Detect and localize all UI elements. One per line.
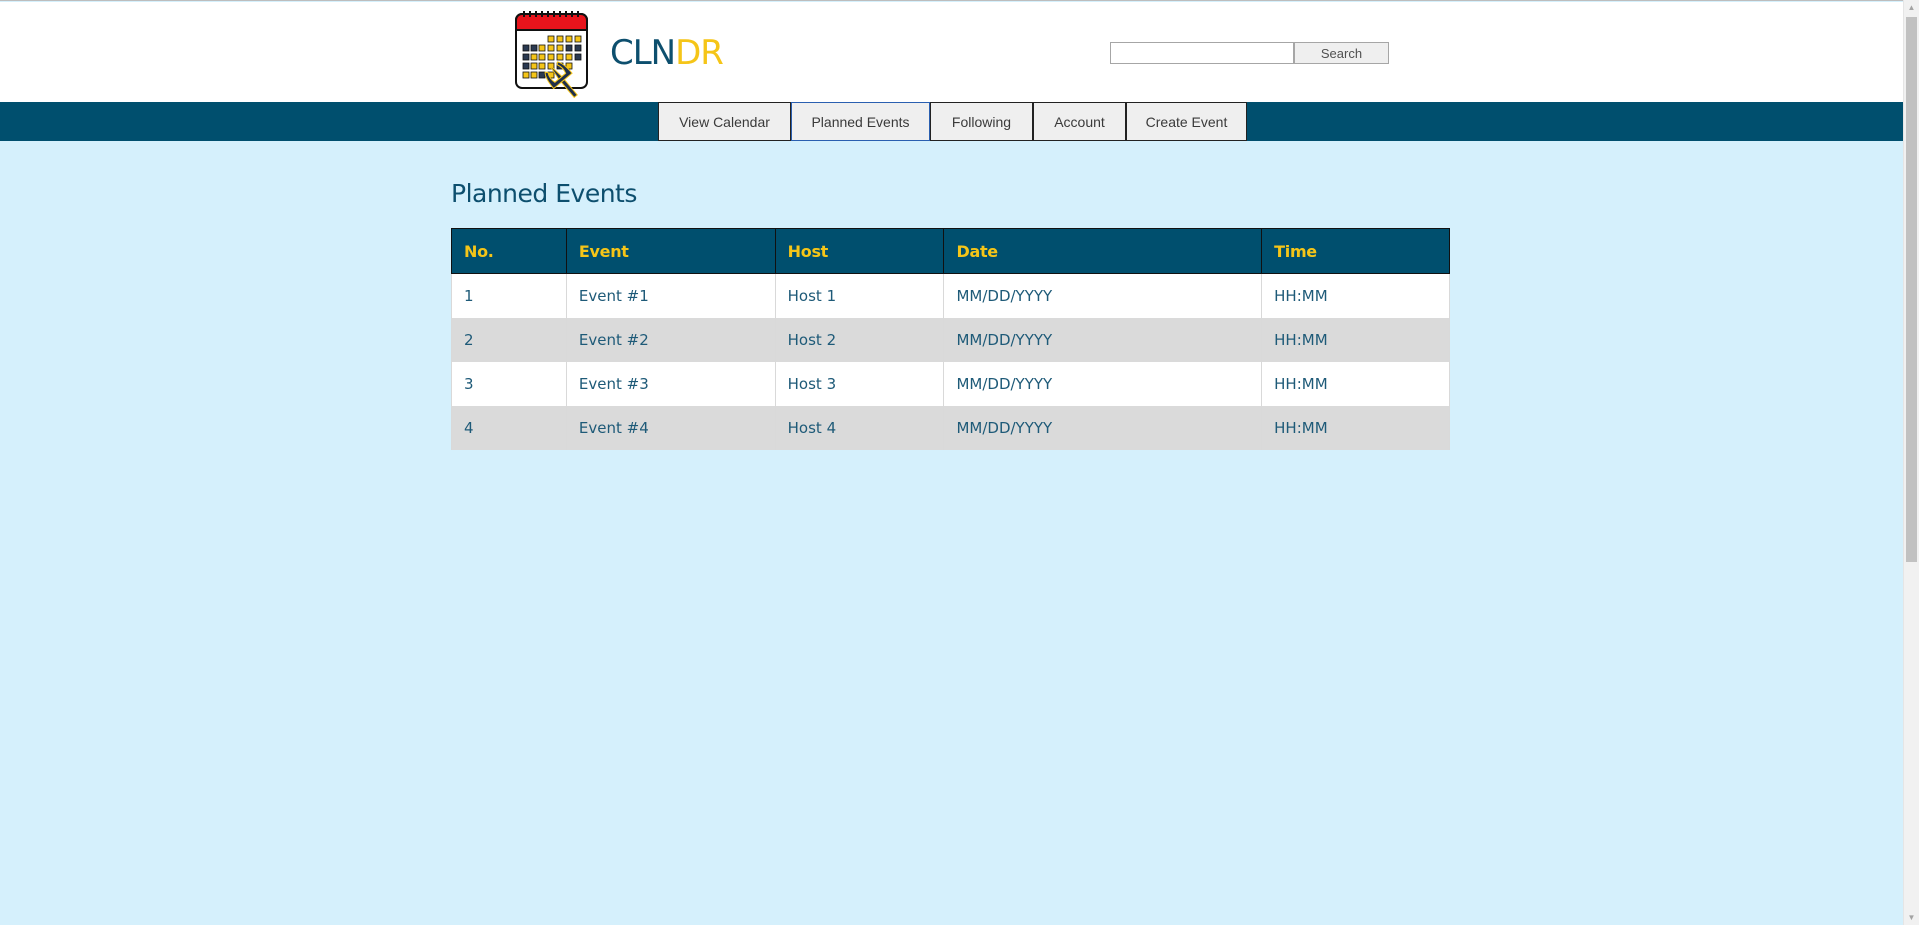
header: CLNDR Search xyxy=(0,2,1903,102)
cell-date: MM/DD/YYYY xyxy=(943,362,1263,406)
nav-planned-events[interactable]: Planned Events xyxy=(791,102,930,141)
column-header-event: Event xyxy=(565,228,776,274)
scroll-up-arrow-icon[interactable]: ▲ xyxy=(1904,0,1919,15)
cell-host: Host 1 xyxy=(774,273,945,318)
cell-no: 1 xyxy=(451,273,567,318)
logo[interactable]: CLNDR xyxy=(514,11,724,101)
scroll-down-arrow-icon[interactable]: ▼ xyxy=(1904,910,1919,925)
main-nav: View Calendar Planned Events Following A… xyxy=(0,102,1903,141)
cell-event: Event #3 xyxy=(565,362,776,406)
table-header-row: No. Event Host Date Time xyxy=(451,228,1450,274)
planned-events-table: No. Event Host Date Time 1 Event #1 Host… xyxy=(451,228,1450,450)
column-header-date: Date xyxy=(943,228,1263,274)
page: CLNDR Search View Calendar Planned Event… xyxy=(0,0,1903,925)
cell-event: Event #2 xyxy=(565,318,776,362)
logo-text: CLNDR xyxy=(610,33,724,73)
cell-no: 2 xyxy=(451,318,567,362)
column-header-no: No. xyxy=(451,228,567,274)
search-input[interactable] xyxy=(1110,42,1294,64)
cell-event: Event #1 xyxy=(565,273,776,318)
cell-no: 4 xyxy=(451,406,567,450)
search-button[interactable]: Search xyxy=(1294,42,1389,64)
cell-no: 3 xyxy=(451,362,567,406)
cell-date: MM/DD/YYYY xyxy=(943,273,1263,318)
logo-text-cln: CLN xyxy=(610,33,676,73)
nav-view-calendar[interactable]: View Calendar xyxy=(658,102,791,141)
browser-viewport: CLNDR Search View Calendar Planned Event… xyxy=(0,0,1919,925)
table-row[interactable]: 4 Event #4 Host 4 MM/DD/YYYY HH:MM xyxy=(451,406,1450,450)
logo-text-dr: DR xyxy=(675,33,724,73)
calendar-trident-icon xyxy=(515,11,588,99)
cell-time: HH:MM xyxy=(1261,273,1450,318)
cell-event: Event #4 xyxy=(565,406,776,450)
main-content: Planned Events No. Event Host Date Time xyxy=(451,179,1450,450)
column-header-time: Time xyxy=(1261,228,1450,274)
cell-time: HH:MM xyxy=(1261,406,1450,450)
scrollbar-thumb[interactable] xyxy=(1906,17,1917,562)
nav-items: View Calendar Planned Events Following A… xyxy=(658,102,1247,141)
nav-create-event[interactable]: Create Event xyxy=(1126,102,1247,141)
cell-host: Host 2 xyxy=(774,318,945,362)
table-row[interactable]: 1 Event #1 Host 1 MM/DD/YYYY HH:MM xyxy=(451,273,1450,318)
cell-host: Host 3 xyxy=(774,362,945,406)
search-bar: Search xyxy=(1110,42,1389,66)
table-row[interactable]: 2 Event #2 Host 2 MM/DD/YYYY HH:MM xyxy=(451,318,1450,362)
cell-date: MM/DD/YYYY xyxy=(943,318,1263,362)
column-header-host: Host xyxy=(774,228,945,274)
vertical-scrollbar[interactable]: ▲ ▼ xyxy=(1903,0,1919,925)
cell-date: MM/DD/YYYY xyxy=(943,406,1263,450)
nav-account[interactable]: Account xyxy=(1033,102,1126,141)
cell-host: Host 4 xyxy=(774,406,945,450)
cell-time: HH:MM xyxy=(1261,362,1450,406)
page-title: Planned Events xyxy=(451,179,637,208)
cell-time: HH:MM xyxy=(1261,318,1450,362)
nav-following[interactable]: Following xyxy=(930,102,1033,141)
table-row[interactable]: 3 Event #3 Host 3 MM/DD/YYYY HH:MM xyxy=(451,362,1450,406)
